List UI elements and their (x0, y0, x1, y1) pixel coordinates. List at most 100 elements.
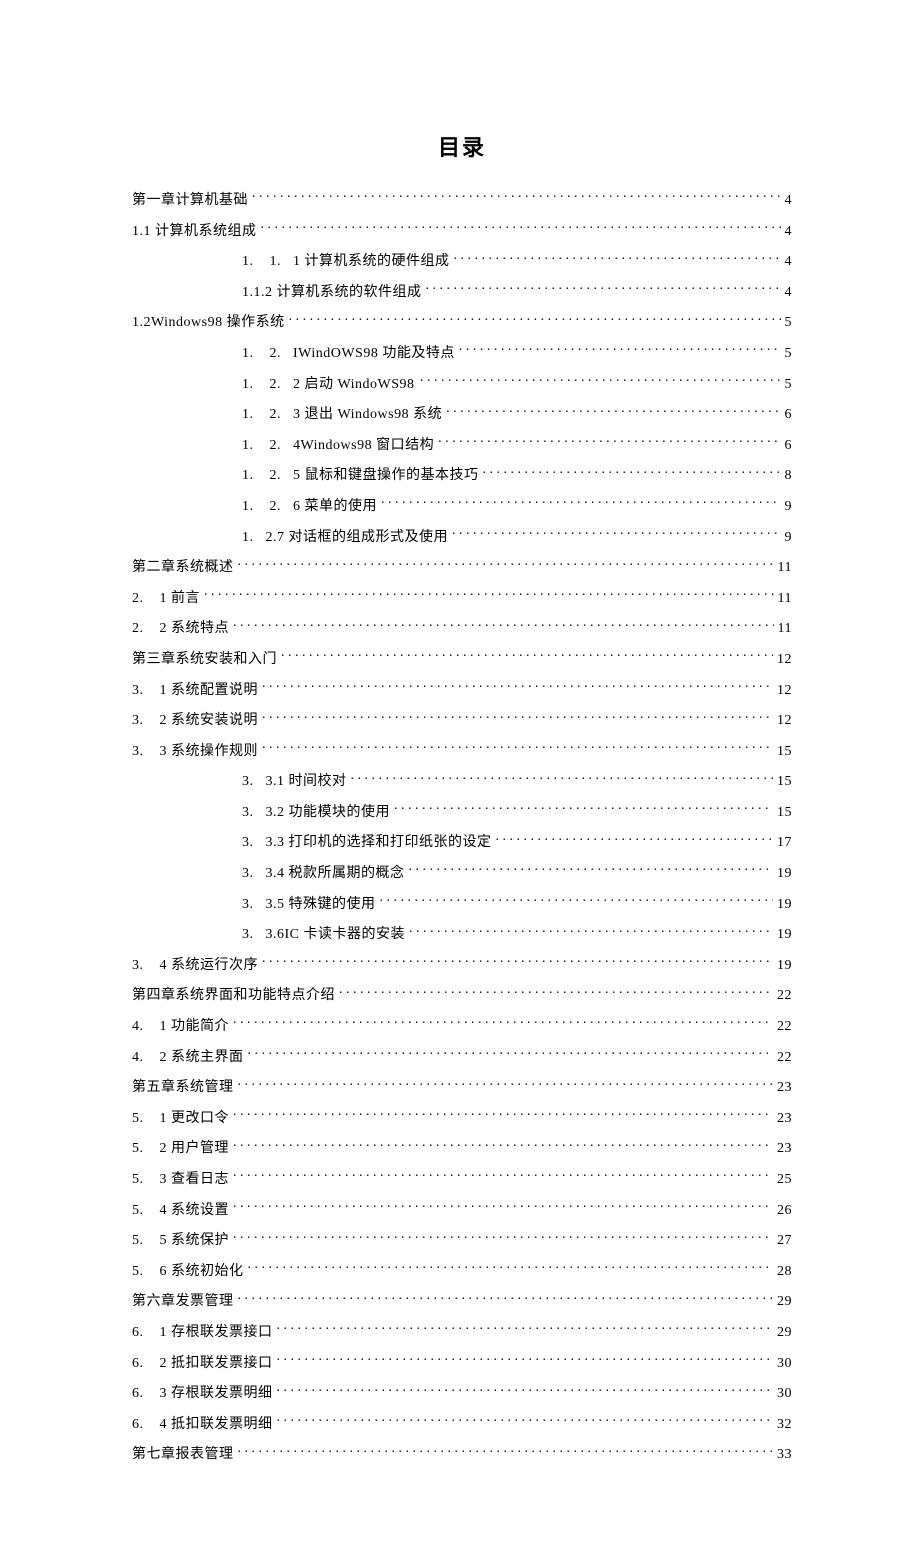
toc-entry-page: 19 (777, 864, 792, 884)
toc-entry[interactable]: 3. 3.5 特殊键的使用19 (242, 894, 792, 915)
toc-entry-page: 22 (777, 1017, 792, 1037)
toc-entry[interactable]: 6. 4 抵扣联发票明细32 (132, 1414, 792, 1435)
toc-entry[interactable]: 第六章发票管理29 (132, 1291, 792, 1312)
toc-entry[interactable]: 1.2Windows98 操作系统 5 (132, 312, 792, 333)
toc-entry-page: 30 (777, 1354, 792, 1374)
toc-entry[interactable]: 4. 1 功能简介 22 (132, 1016, 792, 1037)
toc-entry-text: 3. 3.6IC 卡读卡器的安装 (242, 925, 405, 945)
toc-entry-page: 4 (785, 283, 793, 303)
toc-entry-text: 5. 5 系统保护 (132, 1231, 229, 1251)
toc-entry[interactable]: 1. 2. 2 启动 WindoWS985 (242, 374, 792, 395)
toc-entry-page: 4 (785, 191, 793, 211)
toc-entry[interactable]: 第二章系统概述11 (132, 557, 792, 578)
toc-entry[interactable]: 1.1.2 计算机系统的软件组成4 (242, 282, 792, 303)
toc-entry-page: 27 (777, 1231, 792, 1251)
toc-entry[interactable]: 5. 3 查看日志 25 (132, 1169, 792, 1190)
toc-entry-text: 第一章计算机基础 (132, 191, 248, 211)
toc-entry-text: 5. 2 用户管理 (132, 1139, 229, 1159)
toc-entry[interactable]: 第四章系统界面和功能特点介绍22 (132, 985, 792, 1006)
toc-leader (233, 1138, 773, 1152)
toc-entry[interactable]: 3. 2 系统安装说明12 (132, 710, 792, 731)
toc-entry[interactable]: 1. 2. 4Windows98 窗口结构6 (242, 435, 792, 456)
toc-leader (262, 741, 773, 755)
toc-entry-page: 15 (777, 742, 792, 762)
toc-entry[interactable]: 3. 3 系统操作规则15 (132, 741, 792, 762)
toc-entry-page: 12 (777, 681, 792, 701)
toc-entry[interactable]: 1. 1. 1 计算机系统的硬件组成4 (242, 251, 792, 272)
toc-leader (261, 221, 781, 235)
toc-entry[interactable]: 1. 2. 6 菜单的使用 9 (242, 496, 792, 517)
toc-entry[interactable]: 6. 3 存根联发票明细30 (132, 1383, 792, 1404)
toc-leader (409, 863, 774, 877)
toc-entry-page: 9 (785, 497, 793, 517)
toc-entry-page: 15 (777, 772, 792, 792)
toc-entry[interactable]: 1. 2. 3 退出 Windows98 系统6 (242, 404, 792, 425)
toc-entry[interactable]: 3. 3.6IC 卡读卡器的安装19 (242, 924, 792, 945)
toc-entry-page: 25 (777, 1170, 792, 1190)
toc-entry-text: 第二章系统概述 (132, 558, 234, 578)
toc-entry[interactable]: 2. 1 前言11 (132, 588, 792, 609)
toc-entry[interactable]: 3. 3.2 功能模块的使用 15 (242, 802, 792, 823)
toc-entry-page: 5 (785, 313, 793, 333)
toc-entry-page: 6 (785, 436, 793, 456)
toc-entry-text: 1. 2. 5 鼠标和键盘操作的基本技巧 (242, 466, 479, 486)
toc-entry-page: 17 (777, 833, 792, 853)
toc-entry-page: 11 (778, 619, 792, 639)
toc-entry[interactable]: 第一章计算机基础 4 (132, 190, 792, 211)
toc-entry[interactable]: 5. 6 系统初始化28 (132, 1261, 792, 1282)
toc-entry[interactable]: 第五章系统管理23 (132, 1077, 792, 1098)
toc-entry[interactable]: 1. 2. IWindOWS98 功能及特点5 (242, 343, 792, 364)
toc-entry-page: 19 (777, 956, 792, 976)
toc-entry[interactable]: 1.1 计算机系统组成4 (132, 221, 792, 242)
toc-entry[interactable]: 3. 1 系统配置说明 12 (132, 680, 792, 701)
toc-entry-text: 1. 2.7 对话框的组成形式及使用 (242, 528, 448, 548)
toc-entry-page: 19 (777, 895, 792, 915)
toc-entry-text: 4. 1 功能简介 (132, 1017, 229, 1037)
toc-entry[interactable]: 4. 2 系统主界面22 (132, 1047, 792, 1068)
toc-entry[interactable]: 2. 2 系统特点11 (132, 618, 792, 639)
toc-entry[interactable]: 1. 2. 5 鼠标和键盘操作的基本技巧8 (242, 465, 792, 486)
toc-entry[interactable]: 3. 3.1 时间校对15 (242, 771, 792, 792)
toc-entry-text: 5. 3 查看日志 (132, 1170, 229, 1190)
toc-entry-text: 1. 2. 6 菜单的使用 (242, 497, 377, 517)
toc-entry[interactable]: 第三章系统安装和入门 12 (132, 649, 792, 670)
toc-entry-page: 11 (778, 589, 792, 609)
toc-leader (483, 465, 781, 479)
toc-entry[interactable]: 5. 2 用户管理23 (132, 1138, 792, 1159)
toc-entry[interactable]: 5. 4 系统设置26 (132, 1200, 792, 1221)
toc-entry[interactable]: 第七章报表管理33 (132, 1444, 792, 1465)
toc-leader (248, 1047, 774, 1061)
toc-leader (248, 1261, 774, 1275)
toc-entry-text: 1. 2. 2 启动 WindoWS98 (242, 375, 415, 395)
toc-entry-text: 3. 1 系统配置说明 (132, 681, 258, 701)
toc-entry-page: 12 (777, 650, 792, 670)
toc-leader (233, 1108, 773, 1122)
toc-leader (351, 771, 774, 785)
toc-entry[interactable]: 3. 3.3 打印机的选择和打印纸张的设定 17 (242, 832, 792, 853)
toc-leader (380, 894, 774, 908)
toc-leader (233, 1169, 773, 1183)
toc-entry[interactable]: 5. 1 更改口令23 (132, 1108, 792, 1129)
toc-entry-text: 3. 3.2 功能模块的使用 (242, 803, 390, 823)
toc-entry[interactable]: 5. 5 系统保护 27 (132, 1230, 792, 1251)
toc-entry-page: 22 (777, 1048, 792, 1068)
toc-entry[interactable]: 6. 1 存根联发票接口29 (132, 1322, 792, 1343)
toc-entry-page: 5 (785, 344, 793, 364)
toc-entry-text: 1.2Windows98 操作系统 (132, 313, 285, 333)
toc-entry-text: 1. 1. 1 计算机系统的硬件组成 (242, 252, 450, 272)
toc-entry-text: 3. 4 系统运行次序 (132, 956, 258, 976)
toc-entry-page: 15 (777, 803, 792, 823)
page-title: 目录 (132, 130, 792, 162)
toc-entry[interactable]: 3. 4 系统运行次序 19 (132, 955, 792, 976)
toc-entry-text: 6. 1 存根联发票接口 (132, 1323, 273, 1343)
toc-entry[interactable]: 6. 2 抵扣联发票接口30 (132, 1353, 792, 1374)
toc-entry[interactable]: 3. 3.4 税款所属期的概念19 (242, 863, 792, 884)
toc-entry-text: 第三章系统安装和入门 (132, 650, 277, 670)
toc-leader (426, 282, 781, 296)
toc-entry[interactable]: 1. 2.7 对话框的组成形式及使用9 (242, 527, 792, 548)
toc-leader (459, 343, 781, 357)
toc-entry-text: 5. 6 系统初始化 (132, 1262, 244, 1282)
toc-entry-text: 3. 3.3 打印机的选择和打印纸张的设定 (242, 833, 492, 853)
toc-leader (233, 618, 774, 632)
toc-leader (233, 1200, 773, 1214)
